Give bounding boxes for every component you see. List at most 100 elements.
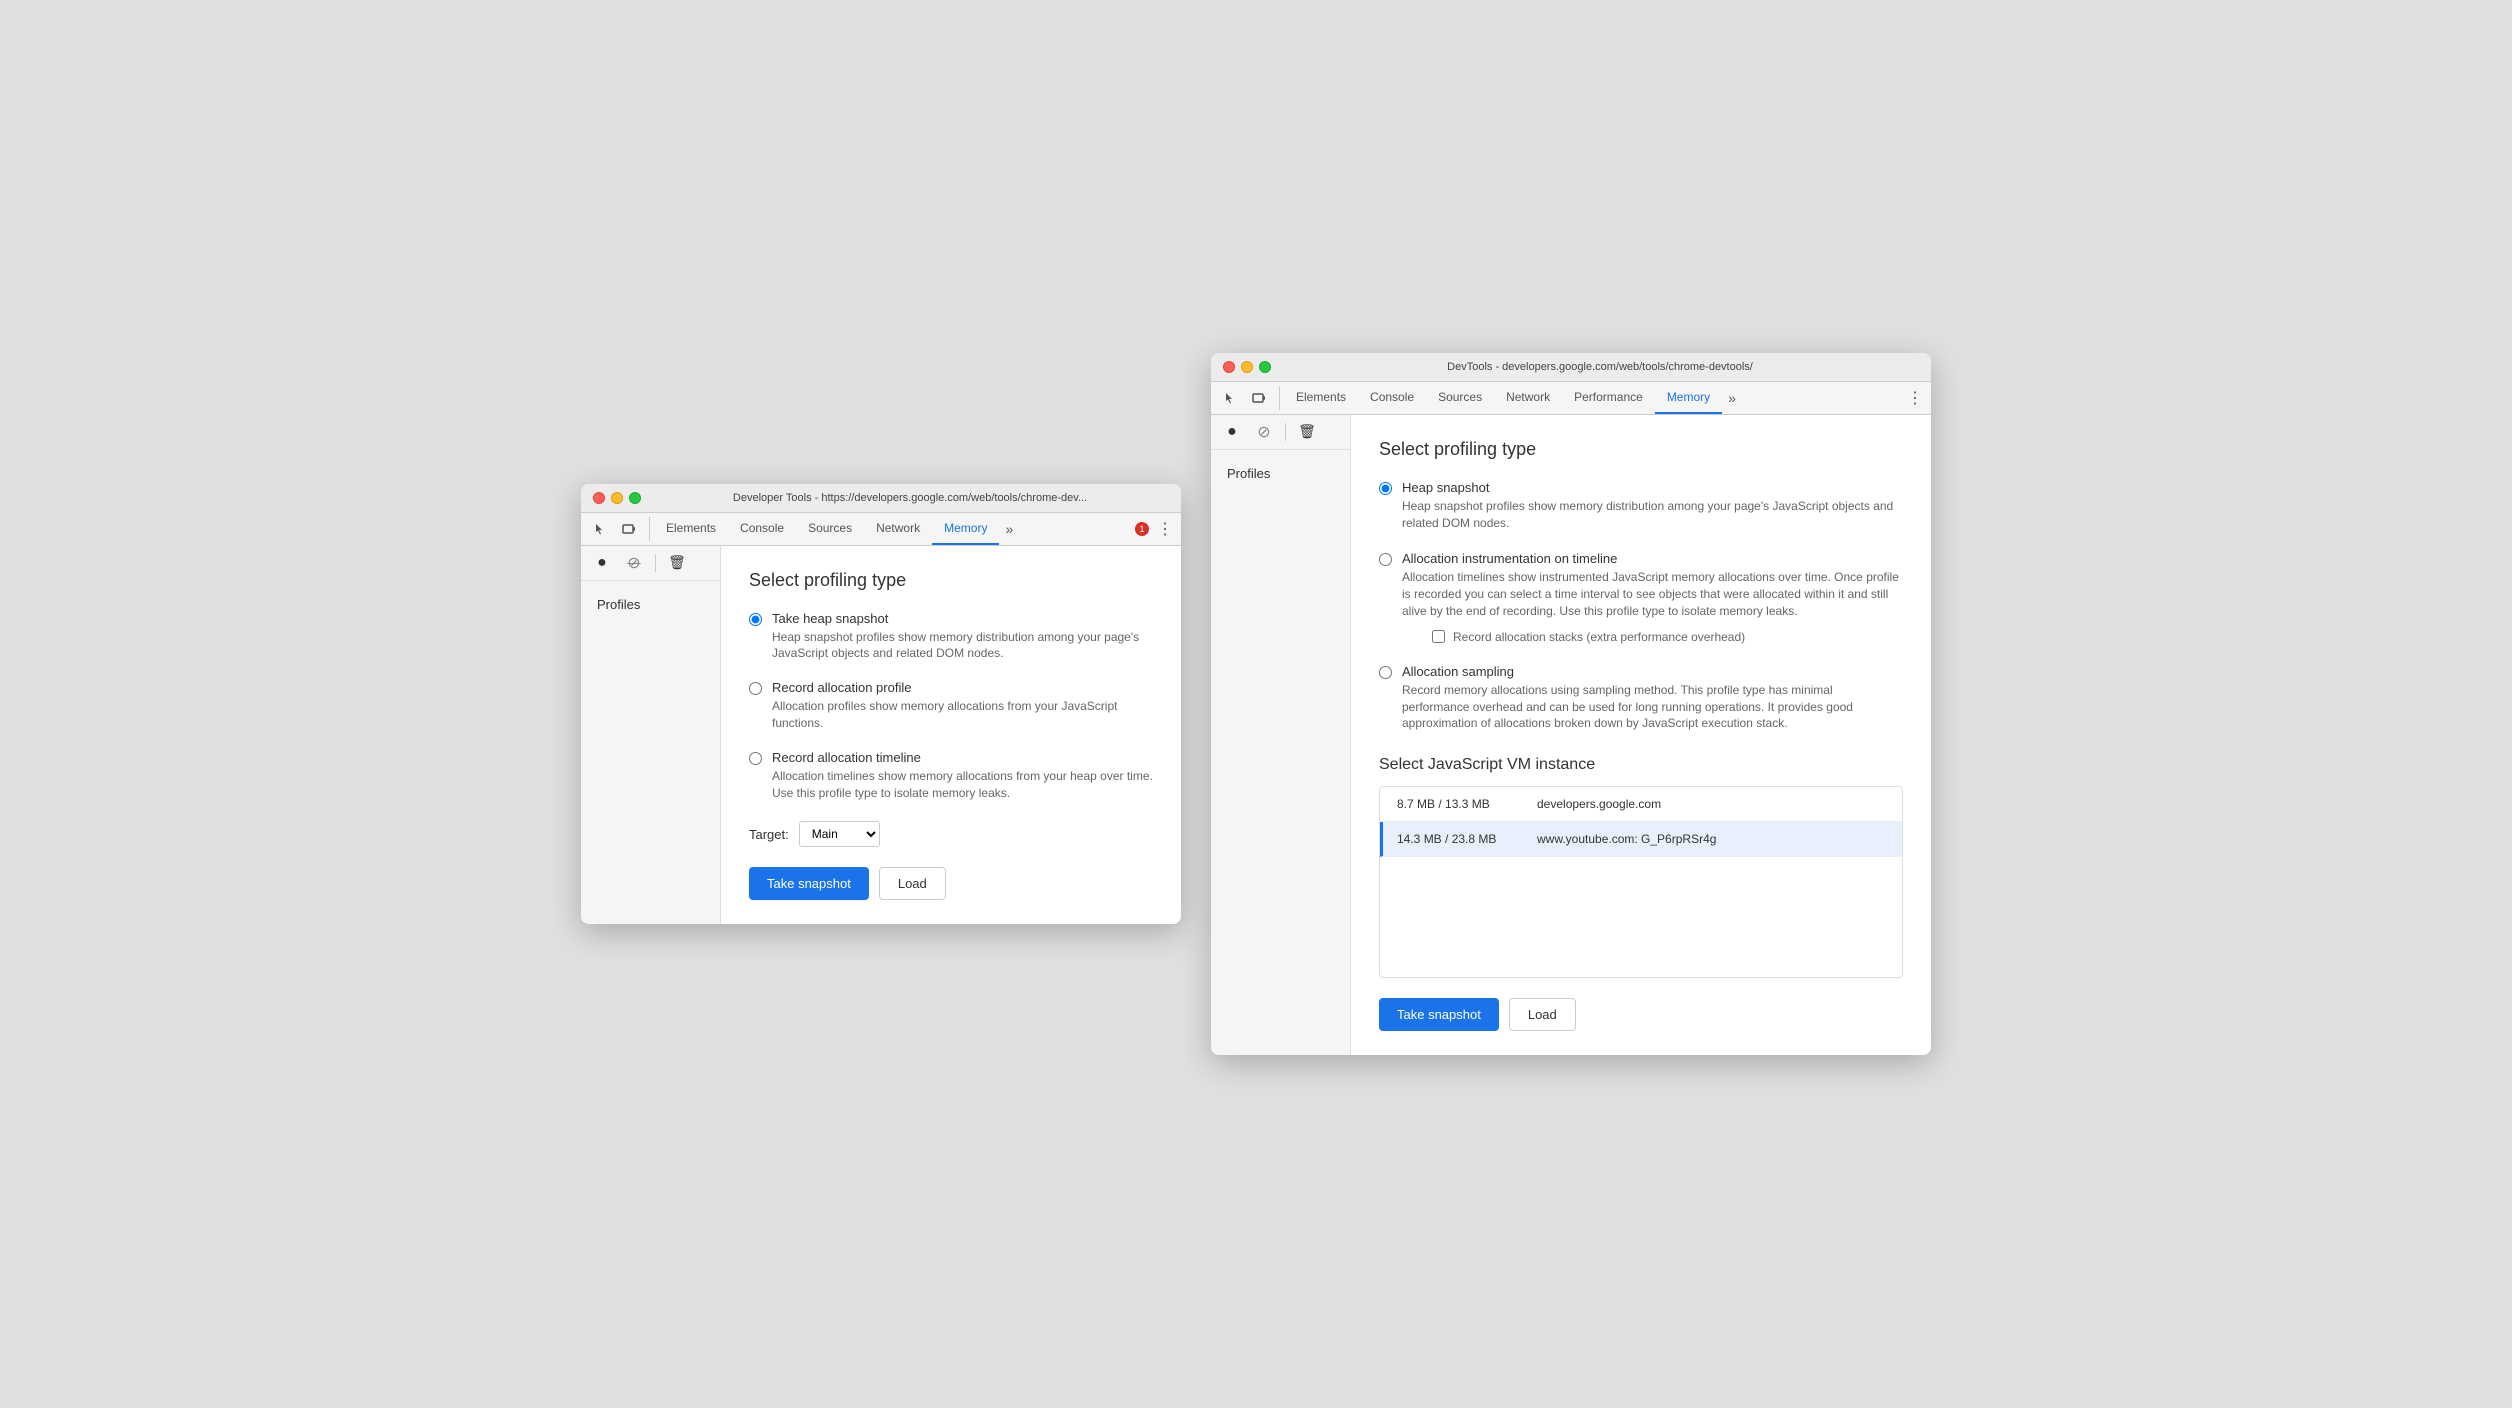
left-option-1-desc: Heap snapshot profiles show memory distr… <box>772 629 1153 663</box>
minimize-button[interactable] <box>611 492 623 504</box>
maximize-button[interactable] <box>629 492 641 504</box>
tab-more-icon[interactable]: » <box>999 517 1019 541</box>
right-toolbar-separator <box>1285 423 1286 441</box>
cursor-icon[interactable] <box>589 517 613 541</box>
left-option-1-content: Take heap snapshot Heap snapshot profile… <box>772 611 1153 663</box>
left-option-1: Take heap snapshot Heap snapshot profile… <box>749 611 1153 663</box>
left-option-3-content: Record allocation timeline Allocation ti… <box>772 750 1153 802</box>
right-window-title: DevTools - developers.google.com/web/too… <box>1281 361 1919 373</box>
right-radio-heap-snapshot[interactable] <box>1379 482 1392 495</box>
clear-button[interactable]: 🗑 <box>664 550 690 576</box>
right-sidebar-toolbar: ● ⊘ 🗑 <box>1211 415 1350 450</box>
left-action-buttons: Take snapshot Load <box>749 867 1153 900</box>
left-option-3-title: Record allocation timeline <box>772 750 1153 765</box>
tab-sources[interactable]: Sources <box>796 513 864 545</box>
target-row: Target: Main <box>749 821 1153 847</box>
right-close-button[interactable] <box>1223 361 1235 373</box>
left-radio-allocation-profile[interactable] <box>749 682 762 695</box>
vm-row-2-size: 14.3 MB / 23.8 MB <box>1397 832 1537 846</box>
tab-console[interactable]: Console <box>728 513 796 545</box>
target-label: Target: <box>749 827 789 842</box>
right-tab-more-icon[interactable]: » <box>1722 386 1742 410</box>
right-option-1-content: Heap snapshot Heap snapshot profiles sho… <box>1402 480 1903 532</box>
close-button[interactable] <box>593 492 605 504</box>
right-section-title: Select profiling type <box>1379 439 1903 460</box>
left-tab-bar: Elements Console Sources Network Memory … <box>581 513 1181 546</box>
stop-button[interactable]: ⊘ <box>621 550 647 576</box>
tab-network[interactable]: Network <box>864 513 932 545</box>
vm-empty-space <box>1380 857 1902 977</box>
left-option-3-desc: Allocation timelines show memory allocat… <box>772 768 1153 802</box>
right-profiles-label: Profiles <box>1211 450 1350 489</box>
allocation-stacks-checkbox[interactable] <box>1432 630 1445 643</box>
left-option-1-title: Take heap snapshot <box>772 611 1153 626</box>
right-title-bar: DevTools - developers.google.com/web/too… <box>1211 353 1931 382</box>
devtools-icon-group <box>589 517 650 541</box>
vm-section-title: Select JavaScript VM instance <box>1379 756 1903 774</box>
left-title-bar: Developer Tools - https://developers.goo… <box>581 484 1181 513</box>
left-option-3: Record allocation timeline Allocation ti… <box>749 750 1153 802</box>
vm-row-1-size: 8.7 MB / 13.3 MB <box>1397 797 1537 811</box>
right-clear-button[interactable]: 🗑 <box>1294 419 1320 445</box>
menu-dots-icon[interactable]: ⋮ <box>1157 519 1173 539</box>
right-maximize-button[interactable] <box>1259 361 1271 373</box>
right-option-2-content: Allocation instrumentation on timeline A… <box>1402 551 1903 643</box>
right-devtools-window: DevTools - developers.google.com/web/too… <box>1211 353 1931 1055</box>
right-devtools-icon-group <box>1219 386 1280 410</box>
left-devtools-body: ● ⊘ 🗑 Profiles Select profiling type Tak… <box>581 546 1181 925</box>
right-load-button[interactable]: Load <box>1509 998 1576 1031</box>
right-cursor-icon[interactable] <box>1219 386 1243 410</box>
target-select[interactable]: Main <box>799 821 880 847</box>
allocation-stacks-label: Record allocation stacks (extra performa… <box>1453 630 1745 644</box>
tab-memory[interactable]: Memory <box>932 513 999 545</box>
right-tab-elements[interactable]: Elements <box>1284 382 1358 414</box>
vm-row-2-name: www.youtube.com: G_P6rpRSr4g <box>1537 832 1888 846</box>
right-menu-dots-icon[interactable]: ⋮ <box>1907 388 1923 408</box>
right-radio-allocation-timeline[interactable] <box>1379 553 1392 566</box>
right-option-1: Heap snapshot Heap snapshot profiles sho… <box>1379 480 1903 532</box>
right-record-button[interactable]: ● <box>1219 419 1245 445</box>
left-option-2-title: Record allocation profile <box>772 680 1153 695</box>
traffic-lights <box>593 492 641 504</box>
right-option-3-title: Allocation sampling <box>1402 664 1903 679</box>
left-option-2: Record allocation profile Allocation pro… <box>749 680 1153 732</box>
error-badge-group: 1 <box>1135 522 1149 536</box>
right-tab-console[interactable]: Console <box>1358 382 1426 414</box>
left-radio-heap-snapshot[interactable] <box>749 613 762 626</box>
right-tab-memory[interactable]: Memory <box>1655 382 1722 414</box>
load-button[interactable]: Load <box>879 867 946 900</box>
left-main-content: Select profiling type Take heap snapshot… <box>721 546 1181 925</box>
right-option-1-title: Heap snapshot <box>1402 480 1903 495</box>
left-option-2-desc: Allocation profiles show memory allocati… <box>772 698 1153 732</box>
left-section-title: Select profiling type <box>749 570 1153 591</box>
take-snapshot-button[interactable]: Take snapshot <box>749 867 869 900</box>
right-option-1-desc: Heap snapshot profiles show memory distr… <box>1402 498 1903 532</box>
right-devtools-body: ● ⊘ 🗑 Profiles Select profiling type Hea… <box>1211 415 1931 1055</box>
record-button[interactable]: ● <box>589 550 615 576</box>
right-main-content: Select profiling type Heap snapshot Heap… <box>1351 415 1931 1055</box>
toolbar-separator <box>655 554 656 572</box>
right-radio-allocation-sampling[interactable] <box>1379 666 1392 679</box>
right-option-2: Allocation instrumentation on timeline A… <box>1379 551 1903 643</box>
profiles-label: Profiles <box>581 581 720 620</box>
right-sidebar: ● ⊘ 🗑 Profiles <box>1211 415 1351 1055</box>
right-take-snapshot-button[interactable]: Take snapshot <box>1379 998 1499 1031</box>
vm-row-1[interactable]: 8.7 MB / 13.3 MB developers.google.com <box>1380 787 1902 822</box>
right-device-icon[interactable] <box>1247 386 1271 410</box>
right-tab-sources[interactable]: Sources <box>1426 382 1494 414</box>
left-radio-allocation-timeline[interactable] <box>749 752 762 765</box>
right-tab-network[interactable]: Network <box>1494 382 1562 414</box>
right-tab-bar: Elements Console Sources Network Perform… <box>1211 382 1931 415</box>
right-option-3: Allocation sampling Record memory alloca… <box>1379 664 1903 732</box>
right-tab-performance[interactable]: Performance <box>1562 382 1655 414</box>
right-minimize-button[interactable] <box>1241 361 1253 373</box>
left-option-2-content: Record allocation profile Allocation pro… <box>772 680 1153 732</box>
vm-section: Select JavaScript VM instance 8.7 MB / 1… <box>1379 756 1903 978</box>
right-stop-button[interactable]: ⊘ <box>1251 419 1277 445</box>
device-icon[interactable] <box>617 517 641 541</box>
vm-row-2[interactable]: 14.3 MB / 23.8 MB www.youtube.com: G_P6r… <box>1380 822 1902 857</box>
vm-instances-table: 8.7 MB / 13.3 MB developers.google.com 1… <box>1379 786 1903 978</box>
left-devtools-window: Developer Tools - https://developers.goo… <box>581 484 1181 925</box>
right-traffic-lights <box>1223 361 1271 373</box>
tab-elements[interactable]: Elements <box>654 513 728 545</box>
